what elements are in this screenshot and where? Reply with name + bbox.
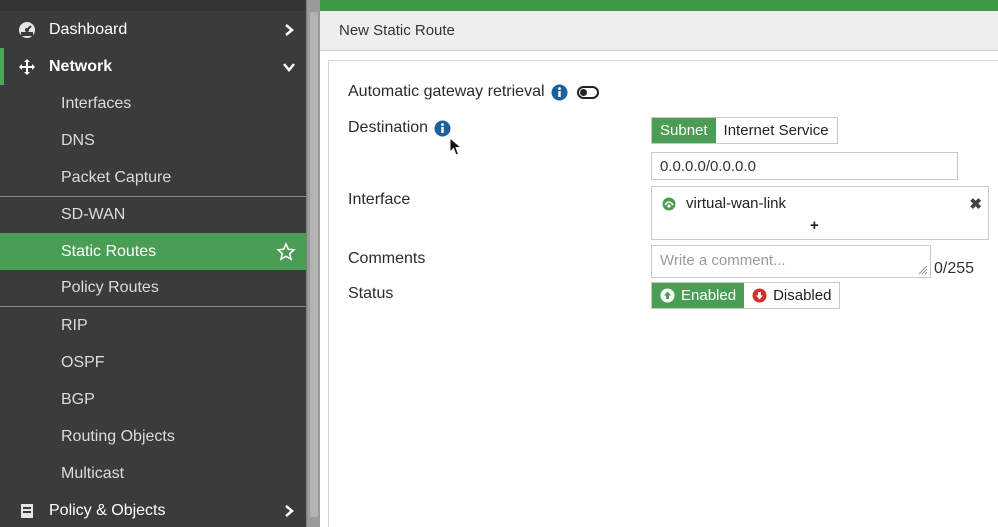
sidebar-item-policy-objects[interactable]: Policy & Objects: [0, 492, 306, 527]
network-icon: [16, 56, 38, 78]
page-title-bar: New Static Route: [320, 11, 998, 51]
info-icon[interactable]: [551, 84, 568, 101]
interface-entry[interactable]: virtual-wan-link: [662, 195, 786, 212]
sidebar-item-label: Network: [49, 57, 113, 75]
main-panel: New Static Route Automatic gateway retri…: [320, 0, 998, 527]
status-selector: Enabled Disabled: [651, 282, 841, 309]
sidebar-item-label: Multicast: [61, 464, 125, 482]
sidebar-item-rip[interactable]: RIP: [0, 307, 306, 344]
chevron-right-icon: [282, 23, 296, 37]
destination-subnet-value: 0.0.0.0/0.0.0.0: [660, 157, 756, 175]
destination-row: Destination: [348, 119, 451, 137]
sidebar-item-label: DNS: [61, 131, 95, 149]
auto-gateway-toggle[interactable]: [576, 85, 599, 99]
interface-value: virtual-wan-link: [686, 195, 787, 212]
interface-field[interactable]: virtual-wan-link ✖ +: [651, 186, 989, 240]
policy-objects-icon: [16, 500, 38, 522]
sidebar-item-label: OSPF: [61, 353, 105, 371]
add-interface-button[interactable]: +: [810, 217, 819, 234]
sidebar-item-ospf[interactable]: OSPF: [0, 344, 306, 381]
sidebar-item-routing-objects[interactable]: Routing Objects: [0, 418, 306, 455]
sidebar-item-label: Policy & Objects: [49, 501, 166, 519]
sidebar-item-bgp[interactable]: BGP: [0, 381, 306, 418]
sidebar-item-packet-capture[interactable]: Packet Capture: [0, 159, 306, 196]
status-row: Status: [348, 285, 393, 303]
status-disabled-label: Disabled: [773, 287, 832, 304]
arrow-up-circle-icon: [660, 288, 675, 303]
sidebar-item-policy-routes[interactable]: Policy Routes: [0, 270, 306, 307]
sidebar-item-label: RIP: [61, 316, 88, 334]
sidebar-item-label: Policy Routes: [61, 279, 159, 296]
remove-icon[interactable]: ✖: [969, 195, 982, 213]
sidebar-item-dns[interactable]: DNS: [0, 122, 306, 159]
sidebar-item-label: Dashboard: [49, 20, 128, 38]
sidebar: Dashboard Network Interfaces DNS Packet …: [0, 0, 306, 527]
sidebar-item-label: Packet Capture: [61, 168, 172, 186]
comments-char-counter: 0/255: [934, 260, 975, 277]
auto-gateway-row: Automatic gateway retrieval: [348, 83, 599, 101]
sidebar-item-multicast[interactable]: Multicast: [0, 455, 306, 492]
page-title: New Static Route: [339, 22, 455, 39]
sidebar-item-label: Static Routes: [61, 242, 157, 260]
sidebar-item-interfaces[interactable]: Interfaces: [0, 85, 306, 122]
chevron-right-icon: [282, 504, 296, 518]
info-icon[interactable]: [434, 120, 451, 137]
sidebar-item-label: Routing Objects: [61, 427, 175, 445]
arrow-down-circle-icon: [752, 288, 767, 303]
sdwan-icon: [662, 197, 676, 210]
comments-placeholder: Write a comment...: [660, 252, 786, 269]
interface-row: Interface: [348, 191, 410, 209]
sidebar-scrollbar[interactable]: [306, 0, 320, 527]
sidebar-item-label: BGP: [61, 390, 95, 408]
sidebar-item-static-routes[interactable]: Static Routes: [0, 233, 306, 270]
mouse-cursor-icon: [449, 137, 463, 156]
star-icon[interactable]: [276, 241, 296, 262]
destination-label: Destination: [348, 119, 429, 136]
scrollbar-thumb[interactable]: [310, 12, 318, 517]
top-accent-bar: [320, 0, 998, 11]
chevron-down-icon: [282, 60, 296, 74]
auto-gateway-label: Automatic gateway retrieval: [348, 83, 545, 100]
sidebar-top-strip: [0, 0, 306, 11]
status-enabled-option[interactable]: Enabled: [652, 283, 745, 308]
destination-subnet-option[interactable]: Subnet: [652, 118, 716, 143]
interface-label: Interface: [348, 191, 411, 208]
sidebar-item-dashboard[interactable]: Dashboard: [0, 11, 306, 48]
comments-row: Comments: [348, 250, 425, 268]
sidebar-item-label: Interfaces: [61, 94, 132, 112]
sidebar-item-label: SD-WAN: [61, 206, 126, 223]
sidebar-item-sd-wan[interactable]: SD-WAN: [0, 196, 306, 233]
destination-internet-service-option[interactable]: Internet Service: [715, 118, 837, 143]
destination-subnet-input[interactable]: 0.0.0.0/0.0.0.0: [651, 152, 958, 180]
status-disabled-option[interactable]: Disabled: [744, 283, 840, 308]
comments-textarea[interactable]: Write a comment...: [651, 245, 931, 278]
dashboard-icon: [16, 19, 38, 41]
sidebar-item-network[interactable]: Network: [0, 48, 306, 85]
comments-label: Comments: [348, 250, 426, 267]
form-content: Automatic gateway retrieval Destination …: [328, 60, 998, 527]
destination-type-selector: Subnet Internet Service: [651, 117, 838, 144]
status-enabled-label: Enabled: [681, 287, 737, 304]
status-label: Status: [348, 285, 394, 302]
resize-grip-icon[interactable]: [918, 265, 928, 275]
